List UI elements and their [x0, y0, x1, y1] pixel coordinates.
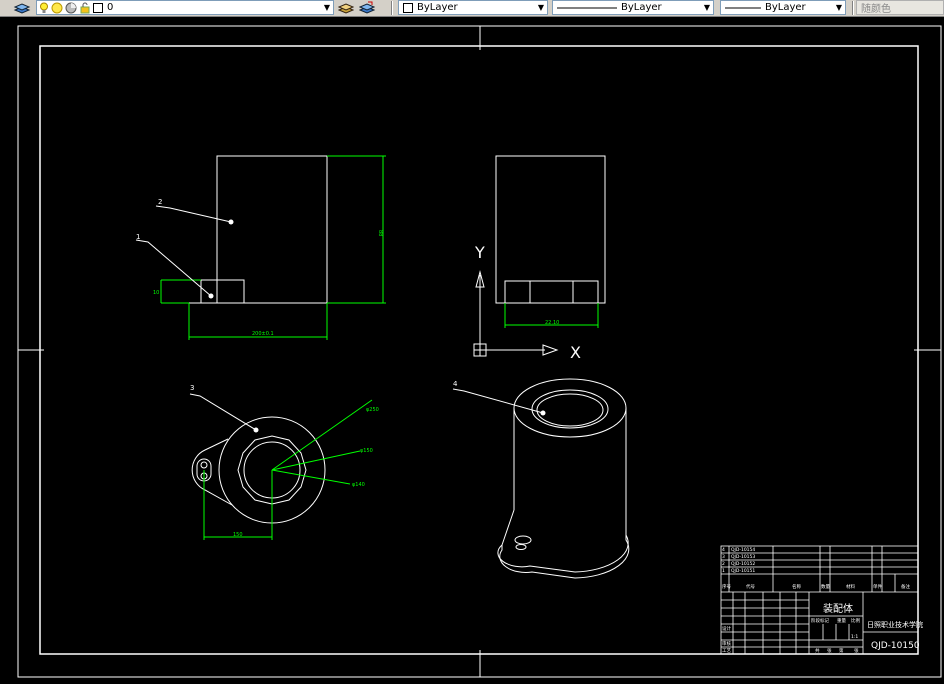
linetype-value: ByLayer [621, 2, 662, 13]
ucs-y-label: Y [474, 243, 485, 262]
bom-code: QJD-10154 [731, 547, 755, 553]
front-view[interactable] [189, 155, 328, 304]
layer-dropdown[interactable]: 0 ▼ [36, 0, 334, 15]
leader-line-3 [189, 393, 257, 431]
lineweight-value: ByLayer [765, 2, 806, 13]
dim-side-width: 22.10 [545, 320, 559, 326]
linetype-preview-icon [557, 7, 617, 8]
drawing-number: QJD-10150 [871, 641, 920, 651]
layer-state-icon[interactable] [337, 1, 355, 15]
leader-dot [253, 427, 259, 433]
sheet-label: 共 [815, 647, 820, 654]
bom-header: 代号 [746, 583, 755, 590]
bom-header: 数量 [821, 583, 830, 590]
bom-no: 1 [722, 568, 725, 574]
ucs-x-label: X [570, 343, 581, 362]
plotstyle-dropdown[interactable]: 随颜色 [856, 0, 944, 15]
part-name: 装配体 [823, 602, 853, 615]
sign-label: 设计 [722, 625, 731, 632]
scale-value: 1:1 [851, 634, 858, 640]
chevron-down-icon[interactable]: ▼ [833, 1, 845, 14]
dim-top-offset: 150 [233, 532, 243, 538]
balloon-2: 2 [158, 198, 162, 206]
sheet-label: 张 [854, 647, 859, 654]
layer-color-swatch [93, 2, 103, 13]
isometric-view[interactable] [497, 378, 630, 579]
plotstyle-value: 随颜色 [861, 4, 891, 15]
bom-code: QJD-10152 [731, 561, 755, 567]
bom-header: 备注 [901, 583, 910, 590]
bom-code: QJD-10153 [731, 554, 755, 560]
color-dropdown[interactable]: ByLayer ▼ [398, 0, 548, 15]
bom-no: 4 [722, 547, 725, 553]
chevron-down-icon[interactable]: ▼ [535, 1, 547, 14]
scale-label: 比例 [851, 617, 860, 624]
layer-manager-icon[interactable] [12, 1, 32, 15]
front-view-dimensions[interactable] [160, 155, 386, 340]
dim-dia-outer: φ250 [366, 407, 379, 413]
lineweight-preview-icon [725, 7, 761, 8]
bom-header: 材料 [846, 583, 855, 590]
lock-icon[interactable] [79, 2, 91, 14]
bom-code: QJD-10151 [731, 568, 755, 574]
bom-header: 单件 [873, 583, 882, 590]
bom-header: 名称 [792, 583, 801, 590]
bom-no: 3 [722, 554, 725, 560]
chevron-down-icon[interactable]: ▼ [701, 1, 713, 14]
sun-icon[interactable] [51, 2, 63, 14]
bulb-icon[interactable] [39, 2, 49, 14]
color-value: ByLayer [417, 2, 458, 13]
bom-header: 序号 [722, 583, 731, 590]
dim-front-width: 200±0.1 [252, 331, 274, 337]
dim-front-height: 88 [377, 230, 383, 236]
balloon-4: 4 [453, 380, 458, 388]
layer-previous-icon[interactable] [358, 1, 376, 15]
toolbar-separator [391, 1, 393, 15]
dim-dia-mid: φ150 [360, 448, 373, 454]
lineweight-dropdown[interactable]: ByLayer ▼ [720, 0, 846, 15]
layer-color-icon[interactable] [65, 2, 77, 14]
company-name: 日照职业技术学院 [867, 620, 923, 629]
sign-label: 工艺 [722, 648, 731, 654]
leader-dot [208, 293, 214, 299]
side-view[interactable] [495, 155, 606, 304]
color-swatch-icon [403, 2, 413, 13]
sheet-label: 第 [839, 647, 844, 654]
drawing-canvas[interactable]: 88 200±0.1 10 2 1 22.10 Y X φ250 φ150 φ1… [0, 17, 944, 680]
top-view-dimensions[interactable] [203, 399, 373, 540]
dim-dia-inner: φ140 [352, 482, 365, 488]
ucs-icon [473, 270, 559, 357]
properties-toolbar: 0 ▼ ByLayer ▼ ByLayer ▼ ByLayer ▼ 随颜色 [0, 0, 944, 17]
dim-base-height: 10 [153, 290, 159, 296]
balloon-1: 1 [136, 233, 140, 241]
linetype-dropdown[interactable]: ByLayer ▼ [552, 0, 714, 15]
sheet-label: 张 [827, 647, 832, 654]
sign-label: 审核 [722, 640, 731, 647]
chevron-down-icon[interactable]: ▼ [321, 1, 333, 14]
leader-dot [540, 410, 546, 416]
leader-line-4 [452, 388, 544, 414]
layer-name: 0 [107, 2, 114, 13]
toolbar-separator [852, 1, 854, 15]
scale-label: 重量 [837, 617, 846, 624]
scale-label: 阶段标记 [811, 617, 829, 624]
top-view[interactable] [191, 416, 326, 524]
balloon-3: 3 [190, 384, 194, 392]
bom-no: 2 [722, 561, 725, 567]
leader-dot [228, 219, 234, 225]
